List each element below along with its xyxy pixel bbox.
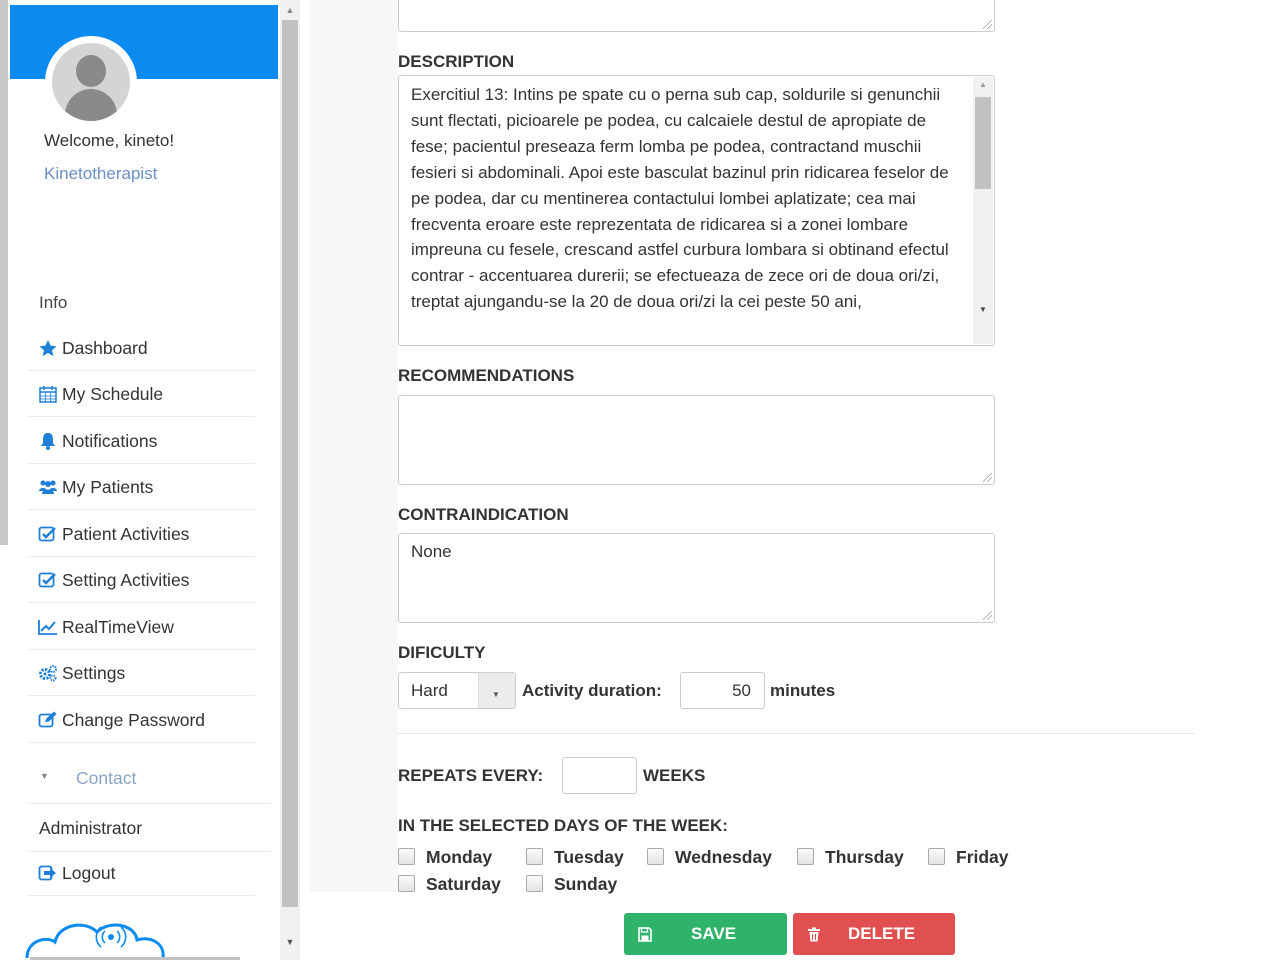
day-label: Friday <box>956 847 1009 867</box>
save-label: SAVE <box>691 924 737 943</box>
description-textarea[interactable]: Exercitiul 13: Intins pe spate cu o pern… <box>398 75 995 346</box>
delete-label: DELETE <box>848 924 916 943</box>
sidebar-item-label: RealTimeView <box>62 617 174 637</box>
scroll-down-arrow-icon[interactable]: ▼ <box>280 934 300 950</box>
recommendations-label: RECOMMENDATIONS <box>398 366 575 385</box>
sidebar-item-logout[interactable]: Logout <box>28 850 255 896</box>
dropdown-arrow: ▼ <box>478 673 515 708</box>
bell-icon <box>41 433 55 450</box>
gears-icon <box>39 665 57 682</box>
checkbox[interactable] <box>398 848 415 865</box>
resize-grip-icon <box>983 473 992 482</box>
sidebar-item-settings[interactable]: Settings <box>28 650 255 696</box>
sidebar-item-patient-activities[interactable]: Patient Activities <box>28 511 255 557</box>
sidebar-scrollbar-thumb[interactable] <box>282 20 298 907</box>
sidebar: Welcome, kineto! Kinetotherapist Info Da… <box>10 5 278 960</box>
sidebar-item-dashboard[interactable]: Dashboard <box>28 325 255 371</box>
duration-value: 50 <box>732 681 751 700</box>
checkbox[interactable] <box>647 848 664 865</box>
description-scrollbar-thumb[interactable] <box>975 97 991 189</box>
contraindication-label: CONTRAINDICATION <box>398 505 569 524</box>
main-gutter <box>310 0 398 892</box>
sign-out-icon <box>38 865 56 881</box>
sidebar-section-info: Info <box>39 293 68 312</box>
repeats-label: REPEATS EVERY: <box>398 766 544 785</box>
sidebar-item-label: Administrator <box>39 818 143 838</box>
scroll-up-arrow-icon[interactable]: ▲ <box>280 2 300 18</box>
sidebar-item-label: My Patients <box>62 477 154 497</box>
sidebar-item-label: Contact <box>76 768 137 788</box>
repeats-weeks-input[interactable] <box>562 757 637 794</box>
sidebar-item-administrator[interactable]: Administrator <box>28 806 271 852</box>
divider <box>398 733 1195 734</box>
recommendations-textarea[interactable] <box>398 395 995 485</box>
save-button[interactable]: SAVE <box>624 913 787 955</box>
checkbox[interactable] <box>526 875 543 892</box>
duration-input[interactable]: 50 <box>680 672 765 709</box>
checkbox[interactable] <box>398 875 415 892</box>
sidebar-item-setting-activities[interactable]: Setting Activities <box>28 557 255 603</box>
sidebar-item-my-patients[interactable]: My Patients <box>28 464 255 510</box>
sidebar-item-notifications[interactable]: Notifications <box>28 418 255 464</box>
users-icon <box>39 480 57 494</box>
checkbox[interactable] <box>797 848 814 865</box>
difficulty-value: Hard <box>411 681 448 700</box>
sidebar-item-label: My Schedule <box>62 384 164 404</box>
floppy-disk-icon <box>638 927 652 942</box>
avatar <box>52 43 130 121</box>
sidebar-item-label: Notifications <box>62 431 158 451</box>
day-label: Monday <box>426 847 493 867</box>
scroll-up-arrow-icon[interactable]: ▲ <box>973 80 993 89</box>
sidebar-item-label: Logout <box>62 863 116 883</box>
contraindication-textarea[interactable]: None <box>398 533 995 623</box>
page-edge <box>0 0 8 545</box>
day-label: Saturday <box>426 874 501 894</box>
duration-label: Activity duration: <box>522 681 662 700</box>
day-label: Sunday <box>554 874 618 894</box>
checkbox[interactable] <box>928 848 945 865</box>
description-text: Exercitiul 13: Intins pe spate cu o pern… <box>411 85 949 312</box>
resize-grip-icon <box>983 611 992 620</box>
app-logo <box>25 923 165 959</box>
sidebar-item-label: Setting Activities <box>62 570 190 590</box>
contraindication-text: None <box>411 542 452 561</box>
chevron-down-icon: ▼ <box>492 690 500 699</box>
trash-icon <box>808 927 820 942</box>
description-label: DESCRIPTION <box>398 52 515 71</box>
sidebar-item-contact[interactable]: ▼ Contact <box>28 752 271 804</box>
sidebar-item-my-schedule[interactable]: My Schedule <box>28 371 255 417</box>
check-square-icon <box>38 526 56 542</box>
days-of-week-label: IN THE SELECTED DAYS OF THE WEEK: <box>398 816 728 835</box>
duration-unit: minutes <box>770 681 836 700</box>
user-role: Kinetotherapist <box>44 164 158 183</box>
check-square-icon <box>38 572 56 588</box>
difficulty-select[interactable]: Hard ▼ <box>398 672 516 709</box>
checkbox[interactable] <box>526 848 543 865</box>
star-icon <box>39 340 57 356</box>
sidebar-item-change-password[interactable]: Change Password <box>28 697 255 743</box>
day-label: Thursday <box>825 847 904 867</box>
previous-field-textarea[interactable] <box>398 0 995 32</box>
day-label: Wednesday <box>675 847 772 867</box>
delete-button[interactable]: DELETE <box>793 913 955 955</box>
welcome-text: Welcome, kineto! <box>44 131 175 150</box>
edit-icon <box>38 711 57 728</box>
sidebar-item-label: Settings <box>62 663 126 683</box>
repeats-unit: WEEKS <box>643 766 706 785</box>
sidebar-item-label: Change Password <box>62 710 205 730</box>
line-chart-icon <box>38 620 57 635</box>
difficulty-label: DIFICULTY <box>398 643 486 662</box>
sidebar-item-realtimeview[interactable]: RealTimeView <box>28 604 255 650</box>
day-label: Tuesday <box>554 847 624 867</box>
scroll-down-arrow-icon[interactable]: ▼ <box>973 305 993 314</box>
resize-grip-icon <box>983 20 992 29</box>
calendar-icon <box>39 386 57 403</box>
caret-down-icon: ▼ <box>40 771 49 781</box>
sidebar-item-label: Patient Activities <box>62 524 190 544</box>
sidebar-item-label: Dashboard <box>62 338 148 358</box>
